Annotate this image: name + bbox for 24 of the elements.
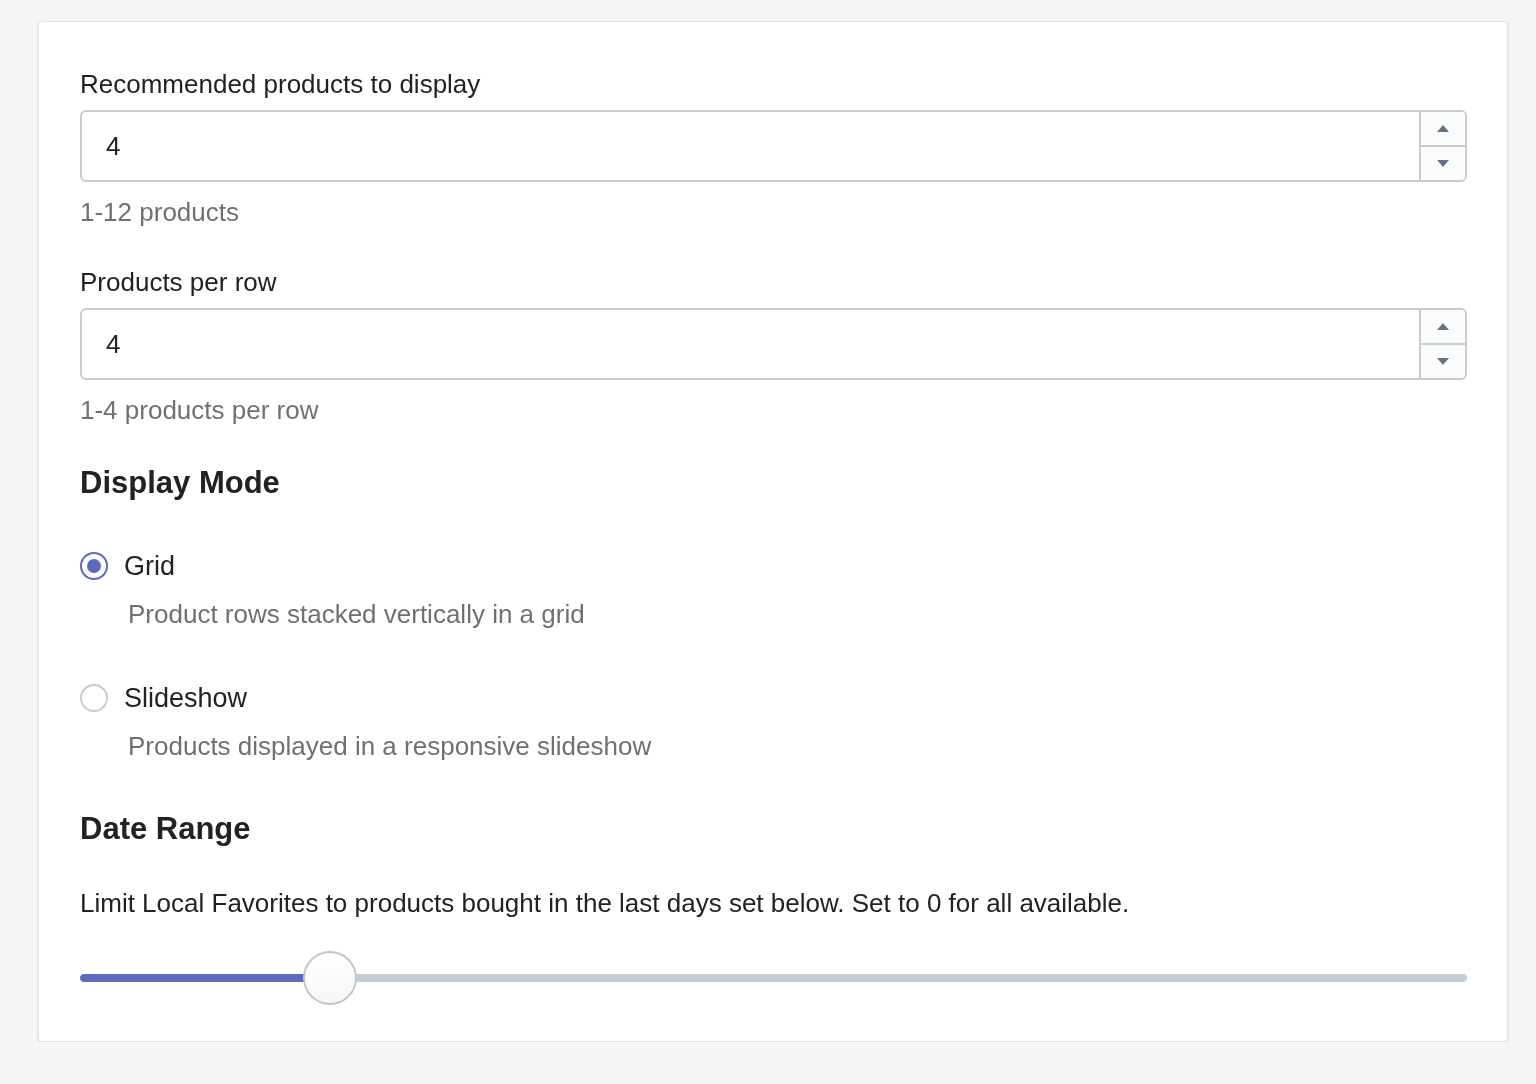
number-field[interactable]: 4 [80, 110, 1419, 182]
number-field[interactable]: 4 [80, 308, 1419, 380]
radio-label[interactable]: Grid [124, 550, 175, 582]
caret-down-icon [1437, 358, 1449, 365]
slider-track[interactable] [80, 974, 1467, 982]
description-text: Limit Local Favorites to products bought in the last days set below. Set to 0 for all available. [80, 887, 1130, 919]
slider-thumb[interactable] [302, 951, 357, 1005]
option-description: Product rows stacked vertically in a grid [128, 598, 585, 630]
decrement-button[interactable] [1421, 343, 1465, 378]
section-heading: Date Range [80, 810, 251, 848]
decrement-button[interactable] [1421, 145, 1465, 180]
section-heading: Display Mode [80, 464, 280, 502]
field-label: Products per row [80, 266, 277, 298]
caret-up-icon [1437, 125, 1449, 132]
radio-button[interactable] [80, 552, 108, 580]
radio-label[interactable]: Slideshow [124, 682, 248, 714]
help-text: 1-4 products per row [80, 394, 319, 426]
option-description: Products displayed in a responsive slideshow [128, 730, 652, 762]
increment-button[interactable] [1421, 112, 1465, 145]
help-text: 1-12 products [80, 196, 239, 228]
caret-up-icon [1437, 323, 1449, 330]
field-label: Recommended products to display [80, 68, 481, 100]
increment-button[interactable] [1421, 310, 1465, 343]
caret-down-icon [1437, 160, 1449, 167]
